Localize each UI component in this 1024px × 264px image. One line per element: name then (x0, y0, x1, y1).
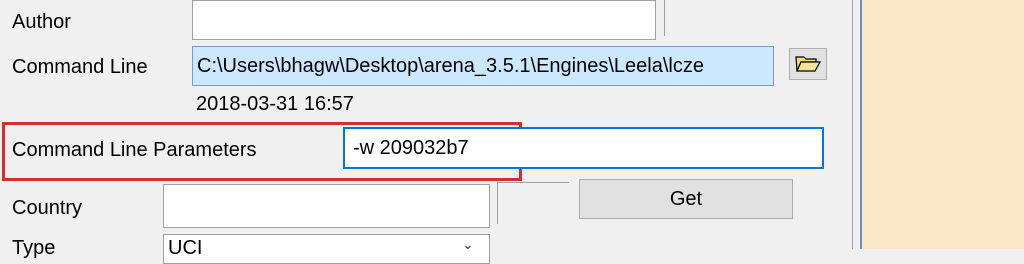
command-line-field[interactable]: C:\Users\bhagw\Desktop\arena_3.5.1\Engin… (192, 46, 774, 86)
type-select[interactable]: UCI (163, 234, 490, 264)
folder-open-icon (795, 56, 821, 72)
get-button[interactable]: Get (579, 179, 793, 219)
author-label: Author (12, 11, 71, 33)
country-label: Country (12, 197, 83, 219)
command-line-label: Command Line (12, 56, 148, 78)
browse-button[interactable] (789, 48, 827, 80)
author-field[interactable] (192, 0, 656, 40)
timestamp-text: 2018-03-31 16:57 (196, 93, 354, 115)
chevron-down-icon: ⌄ (462, 236, 474, 252)
type-label: Type (12, 237, 56, 259)
divider (497, 182, 569, 183)
type-value: UCI (168, 237, 203, 259)
divider (664, 0, 665, 36)
splitter[interactable] (852, 0, 862, 249)
side-panel (862, 0, 1024, 249)
divider (497, 182, 498, 224)
params-label: Command Line Parameters (12, 139, 257, 161)
country-field[interactable] (163, 184, 490, 228)
params-field[interactable]: -w 209032b7 (343, 127, 824, 169)
